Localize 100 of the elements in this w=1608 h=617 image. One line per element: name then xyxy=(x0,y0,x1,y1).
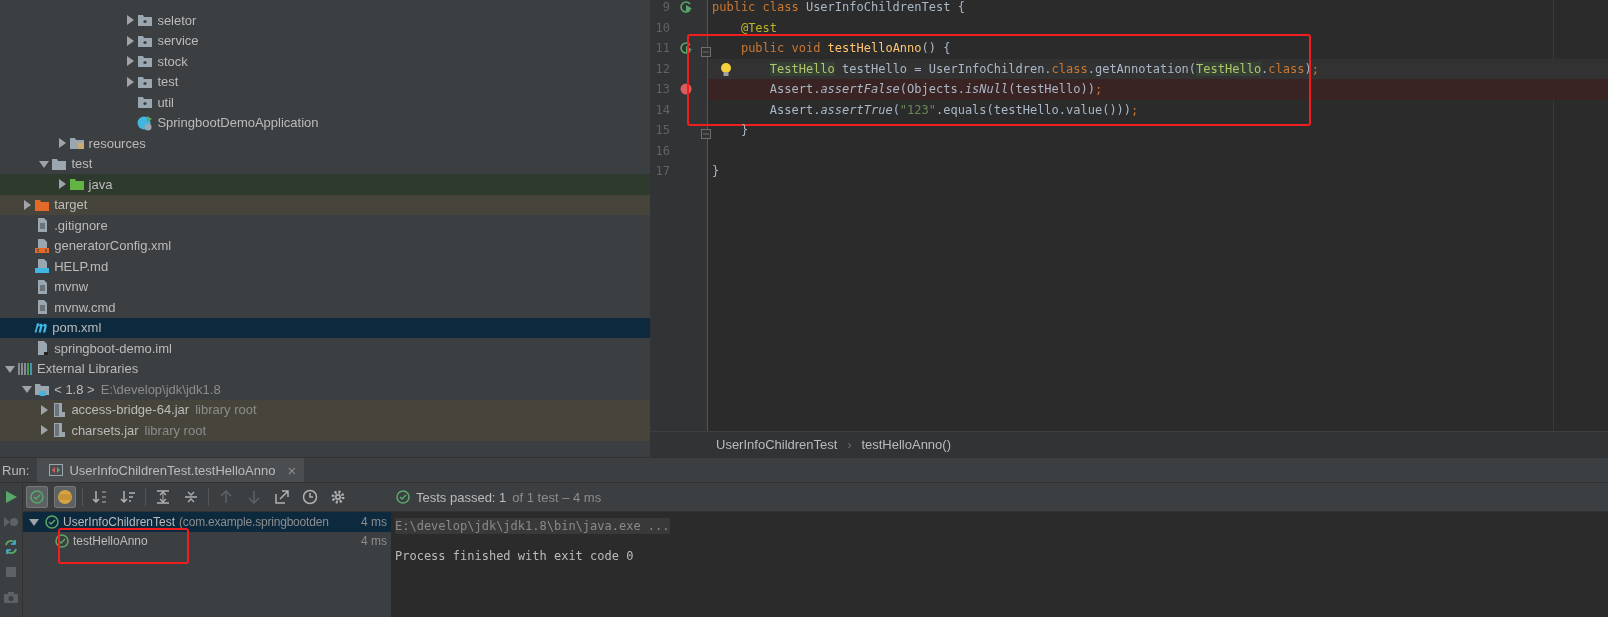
expanded-arrow-icon[interactable] xyxy=(29,516,39,527)
passed-check-icon xyxy=(45,514,59,529)
tree-item[interactable]: SpringbootDemoApplication xyxy=(0,112,650,133)
tree-item[interactable]: seletor xyxy=(0,10,650,31)
test-tree-item[interactable]: UserInfoChildrenTest (com.example.springbootden 4 ms xyxy=(23,512,391,532)
tree-item[interactable]: HELP.md xyxy=(0,256,650,277)
package-folder-icon xyxy=(137,12,154,29)
markdown-file-icon xyxy=(34,258,51,275)
item-label: util xyxy=(157,94,174,110)
code-line: public void testHelloAnno() { xyxy=(739,41,951,56)
test-name: testHelloAnno xyxy=(73,534,148,549)
item-label: .gitignore xyxy=(54,217,108,233)
item-note: library root xyxy=(144,422,206,438)
tree-item[interactable]: pom.xml xyxy=(0,317,650,338)
breadcrumb[interactable]: testHelloAnno() xyxy=(861,437,951,452)
tree-item[interactable]: mvnw.cmd xyxy=(0,297,650,318)
tree-item[interactable]: util xyxy=(0,92,650,113)
item-label: HELP.md xyxy=(54,258,109,274)
tree-item[interactable]: charsets.jar library root xyxy=(0,420,650,441)
breadcrumb[interactable]: UserInfoChildrenTest xyxy=(716,437,838,452)
libraries-icon xyxy=(17,360,33,377)
jar-icon xyxy=(51,422,68,439)
tree-item[interactable]: java xyxy=(0,174,650,195)
collapsed-arrow-icon[interactable] xyxy=(125,76,136,87)
ignored-icon xyxy=(57,489,73,505)
tree-item[interactable]: generatorConfig.xml xyxy=(0,235,650,256)
tree-item[interactable]: .gitignore xyxy=(0,215,650,236)
tests-status: Tests passed: 1 xyxy=(416,489,507,505)
package-folder-icon xyxy=(137,94,154,111)
run-gutter-icon[interactable] xyxy=(679,0,693,15)
breakpoint-icon[interactable] xyxy=(680,83,692,96)
expand-all-icon xyxy=(155,489,171,505)
item-label: seletor xyxy=(157,12,197,28)
collapsed-arrow-icon[interactable] xyxy=(39,425,50,436)
test-tree-item[interactable]: testHelloAnno 4 ms xyxy=(23,531,391,551)
rerun-icon xyxy=(3,514,19,530)
item-label: mvnw xyxy=(54,279,89,295)
item-label: SpringbootDemoApplication xyxy=(157,115,319,131)
item-label: generatorConfig.xml xyxy=(54,238,172,254)
tree-item[interactable]: service xyxy=(0,30,650,51)
tree-item[interactable]: target xyxy=(0,194,650,215)
collapse-all-icon xyxy=(183,489,199,505)
collapsed-arrow-icon[interactable] xyxy=(56,179,67,190)
item-label: External Libraries xyxy=(37,361,139,377)
code-line: Assert.assertTrue("123".equals(testHello.value())); xyxy=(768,102,1139,117)
item-label: access-bridge-64.jar xyxy=(71,402,190,418)
tree-item[interactable]: < 1.8 > E:\develop\jdk\jdk1.8 xyxy=(0,379,650,400)
jar-icon xyxy=(51,401,68,418)
run-tab[interactable]: UserInfoChildrenTest.testHelloAnno × xyxy=(37,458,305,482)
test-name: UserInfoChildrenTest xyxy=(63,514,176,529)
collapsed-arrow-icon[interactable] xyxy=(125,56,136,67)
run-gutter-icon[interactable] xyxy=(679,41,693,56)
settings-icon xyxy=(330,489,346,505)
lightbulb-icon[interactable] xyxy=(720,61,732,77)
code-line: Assert.assertFalse(Objects.isNull(testHello)); xyxy=(768,82,1103,97)
item-note: library root xyxy=(195,402,257,418)
collapsed-arrow-icon[interactable] xyxy=(125,15,136,26)
tree-item[interactable]: mvnw xyxy=(0,276,650,297)
expanded-arrow-icon[interactable] xyxy=(22,384,33,395)
tests-status-detail: of 1 test – 4 ms xyxy=(512,489,602,505)
run-label: Run: xyxy=(1,462,31,478)
passed-check-icon xyxy=(396,490,410,504)
item-label: java xyxy=(88,176,113,192)
collapsed-arrow-icon[interactable] xyxy=(125,35,136,46)
clock-icon xyxy=(302,489,318,505)
item-label: charsets.jar xyxy=(71,422,139,438)
console-line: Process finished with exit code 0 xyxy=(395,548,634,564)
item-label: test xyxy=(71,156,93,172)
resources-folder-icon xyxy=(68,135,85,152)
fold-marker-icon[interactable] xyxy=(701,47,711,57)
sort-icon xyxy=(120,489,136,505)
test-config-icon xyxy=(49,464,64,476)
spring-class-icon xyxy=(137,114,154,131)
tree-item[interactable]: External Libraries xyxy=(0,358,650,379)
collapsed-arrow-icon[interactable] xyxy=(39,404,50,415)
maven-file-icon xyxy=(34,322,49,334)
item-label: stock xyxy=(157,53,188,69)
passed-check-icon xyxy=(30,490,44,504)
test-duration: 4 ms xyxy=(360,534,387,549)
collapsed-arrow-icon[interactable] xyxy=(56,138,67,149)
item-note: E:\develop\jdk\jdk1.8 xyxy=(100,381,221,397)
tree-item[interactable]: test xyxy=(0,153,650,174)
test-package: (com.example.springbootden xyxy=(179,514,329,529)
tree-item[interactable]: stock xyxy=(0,51,650,72)
code-line: } xyxy=(712,164,720,179)
tree-item[interactable]: access-bridge-64.jar library root xyxy=(0,399,650,420)
export-icon xyxy=(274,489,290,505)
tree-item[interactable]: resources xyxy=(0,133,650,154)
toggle-auto-test-icon xyxy=(3,539,19,555)
expanded-arrow-icon[interactable] xyxy=(39,158,50,169)
expanded-arrow-icon[interactable] xyxy=(5,363,15,374)
item-label: springboot-demo.iml xyxy=(54,340,172,356)
tree-item[interactable]: springboot-demo.iml xyxy=(0,338,650,359)
fold-marker-icon[interactable] xyxy=(701,129,711,139)
tree-item[interactable]: test xyxy=(0,71,650,92)
run-icon xyxy=(3,489,19,505)
collapsed-arrow-icon[interactable] xyxy=(22,199,33,210)
sort-icon xyxy=(92,489,108,505)
item-label: resources xyxy=(88,135,146,151)
code-line: @Test xyxy=(739,20,778,35)
